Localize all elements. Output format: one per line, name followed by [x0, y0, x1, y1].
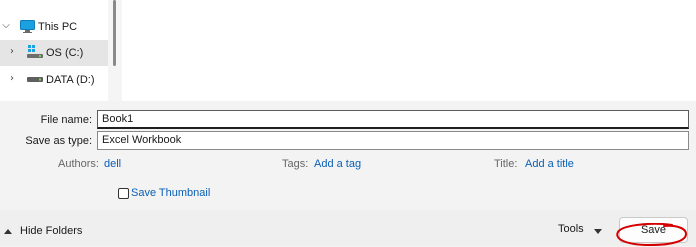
- nav-item-label: This PC: [38, 21, 78, 33]
- annotation-circle-icon: [616, 223, 688, 247]
- save-thumbnail-checkbox[interactable]: [118, 188, 129, 199]
- tools-button[interactable]: Tools: [558, 223, 584, 235]
- drive-icon: [27, 77, 43, 82]
- scrollbar-thumb[interactable]: [113, 0, 116, 66]
- chevron-right-icon[interactable]: ›: [6, 46, 18, 57]
- file-name-input[interactable]: Book1: [97, 110, 689, 129]
- tags-label: Tags:: [282, 158, 309, 170]
- navigation-scrollbar[interactable]: [108, 0, 122, 101]
- save-as-type-label: Save as type:: [25, 135, 92, 147]
- caret-up-icon: [4, 228, 12, 234]
- title-label: Title:: [494, 158, 518, 170]
- dialog-footer: Hide Folders Tools Save: [0, 210, 696, 246]
- chevron-down-icon[interactable]: ⌵: [0, 20, 12, 31]
- authors-label: Authors:: [58, 158, 99, 170]
- authors-value[interactable]: dell: [104, 158, 121, 170]
- nav-item-os-c[interactable]: › OS (C:): [0, 40, 108, 66]
- save-as-type-select[interactable]: Excel Workbook: [97, 131, 689, 150]
- nav-item-label: OS (C:): [46, 47, 84, 59]
- computer-icon: [20, 20, 35, 33]
- tags-value[interactable]: Add a tag: [314, 158, 361, 170]
- os-drive-icon: [27, 45, 43, 58]
- title-value[interactable]: Add a title: [525, 158, 574, 170]
- file-list-area[interactable]: [122, 0, 696, 101]
- nav-item-label: DATA (D:): [46, 74, 95, 86]
- nav-item-data-d[interactable]: › DATA (D:): [0, 67, 108, 93]
- file-name-label: File name:: [40, 114, 92, 126]
- nav-item-this-pc[interactable]: ⌵ This PC: [0, 14, 108, 40]
- caret-down-icon[interactable]: [594, 229, 602, 234]
- navigation-pane: ⌵ This PC › OS (C:) › DATA (D:): [0, 0, 108, 101]
- chevron-right-icon[interactable]: ›: [6, 73, 18, 84]
- hide-folders-button[interactable]: Hide Folders: [4, 225, 82, 237]
- save-thumbnail-label[interactable]: Save Thumbnail: [131, 187, 210, 199]
- hide-folders-label: Hide Folders: [20, 225, 83, 237]
